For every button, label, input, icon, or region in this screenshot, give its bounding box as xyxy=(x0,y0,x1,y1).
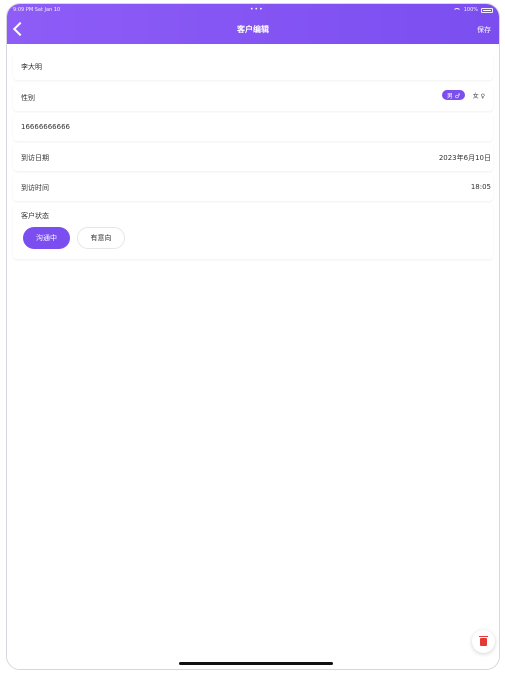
visit-time-value[interactable]: 18:05 xyxy=(471,183,491,191)
gender-male-option[interactable]: 男 ♂ xyxy=(442,90,465,100)
status-option-interested[interactable]: 有意向 xyxy=(77,227,125,249)
battery-icon xyxy=(481,7,493,13)
name-row[interactable]: 李大明 xyxy=(13,52,493,80)
visit-date-row[interactable]: 到访日期 2023年6月10日 xyxy=(13,143,493,171)
gender-row: 性别 男 ♂ 女 ♀ xyxy=(13,83,493,111)
form-content: 李大明 性别 男 ♂ 女 ♀ 16666666666 到访日期 2023年6月1… xyxy=(7,44,499,669)
name-value[interactable]: 李大明 xyxy=(21,62,42,72)
battery-percent: 100% xyxy=(463,7,478,13)
navigation-bar: 9:09 PM Sat Jan 10 ••• 100% 客户编辑 保存 xyxy=(7,4,499,44)
visit-time-label: 到访时间 xyxy=(21,184,49,192)
delete-button[interactable] xyxy=(472,630,495,653)
page-title: 客户编辑 xyxy=(237,25,269,34)
status-option-communicating[interactable]: 沟通中 xyxy=(23,227,70,249)
phone-row[interactable]: 16666666666 xyxy=(13,113,493,141)
home-indicator xyxy=(179,662,333,665)
customer-status-row: 客户状态 沟通中 有意向 xyxy=(13,203,493,259)
visit-date-value[interactable]: 2023年6月10日 xyxy=(439,153,491,163)
visit-time-row[interactable]: 到访时间 18:05 xyxy=(13,173,493,201)
phone-value[interactable]: 16666666666 xyxy=(21,123,70,131)
gender-label: 性别 xyxy=(21,94,35,102)
visit-date-label: 到访日期 xyxy=(21,154,49,162)
save-button[interactable]: 保存 xyxy=(477,25,491,35)
wifi-icon xyxy=(452,7,461,13)
status-bar: 9:09 PM Sat Jan 10 ••• 100% xyxy=(7,4,499,16)
status-right: 100% xyxy=(452,7,493,13)
trash-icon xyxy=(479,635,488,646)
status-dots: ••• xyxy=(250,6,264,13)
gender-female-option[interactable]: 女 ♀ xyxy=(473,91,485,100)
customer-status-label: 客户状态 xyxy=(21,212,49,220)
device-frame: 9:09 PM Sat Jan 10 ••• 100% 客户编辑 保存 李大明 … xyxy=(6,3,500,670)
status-time: 9:09 PM Sat Jan 10 xyxy=(13,7,61,13)
